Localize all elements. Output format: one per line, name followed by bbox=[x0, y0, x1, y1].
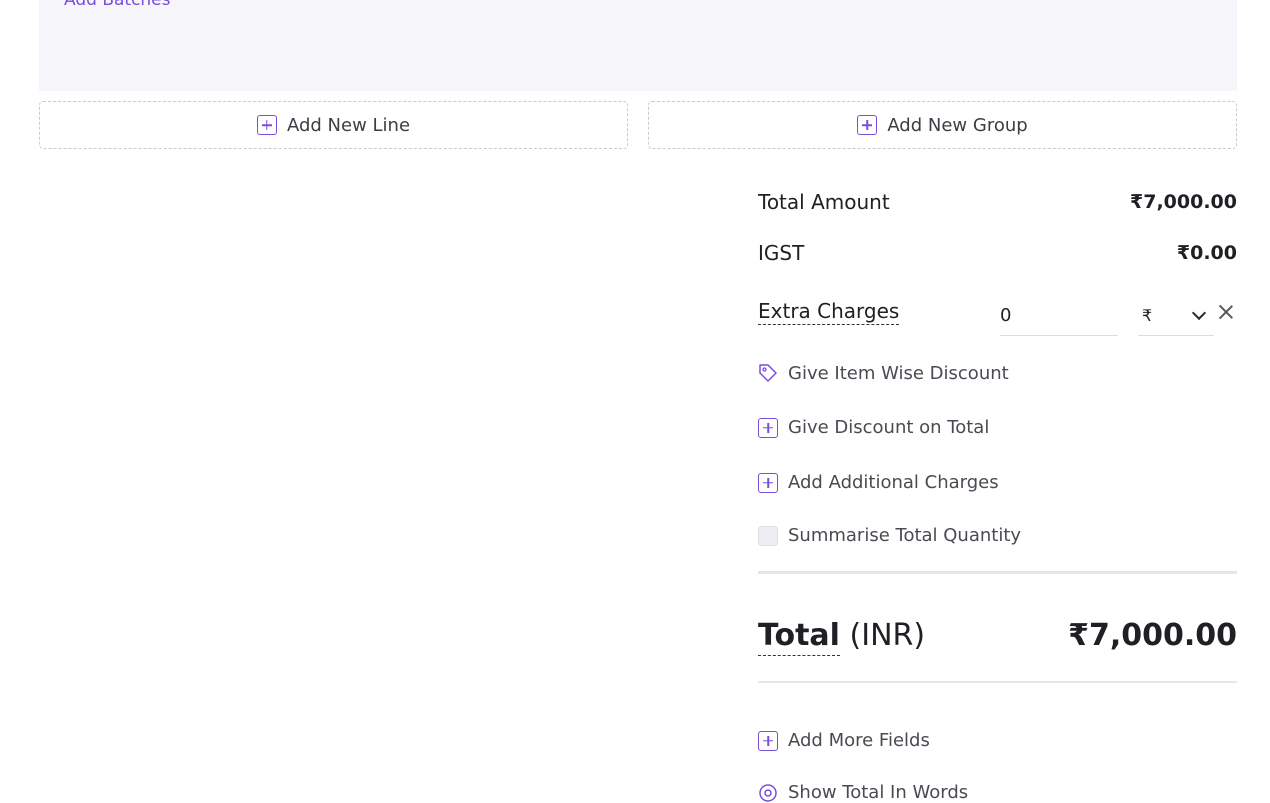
total-amount-value: ₹7,000.00 bbox=[1130, 191, 1237, 213]
divider bbox=[758, 681, 1237, 683]
additional-charges-label: Add Additional Charges bbox=[788, 472, 999, 493]
plus-square-icon bbox=[758, 472, 778, 493]
grand-total-value: ₹7,000.00 bbox=[1068, 618, 1237, 653]
total-currency: (INR) bbox=[849, 618, 926, 653]
currency-symbol: ₹ bbox=[1142, 306, 1153, 325]
batch-panel: Add Batches bbox=[39, 0, 1237, 91]
tag-icon bbox=[759, 364, 777, 382]
item-wise-discount-button[interactable]: Give Item Wise Discount bbox=[758, 362, 1009, 384]
add-more-fields-label: Add More Fields bbox=[788, 730, 930, 751]
extra-charges-label[interactable]: Extra Charges bbox=[758, 299, 900, 325]
grand-total-label: Total (INR) bbox=[758, 618, 926, 656]
extra-charges-currency-select[interactable]: ₹ bbox=[1138, 296, 1214, 336]
plus-square-icon bbox=[758, 417, 778, 438]
extra-charges-input[interactable] bbox=[1000, 296, 1118, 336]
add-new-line-button[interactable]: Add New Line bbox=[39, 101, 628, 149]
discount-on-total-label: Give Discount on Total bbox=[788, 417, 990, 438]
close-icon[interactable] bbox=[1216, 302, 1236, 322]
igst-label: IGST bbox=[758, 241, 805, 265]
divider bbox=[758, 571, 1237, 574]
add-new-line-label: Add New Line bbox=[286, 114, 411, 136]
summarise-quantity-checkbox[interactable]: Summarise Total Quantity bbox=[758, 525, 1021, 546]
igst-value: ₹0.00 bbox=[1176, 242, 1237, 264]
additional-charges-button[interactable]: Add Additional Charges bbox=[758, 472, 999, 493]
item-wise-discount-label: Give Item Wise Discount bbox=[788, 362, 1009, 384]
add-new-group-button[interactable]: Add New Group bbox=[648, 101, 1237, 149]
show-total-in-words-button[interactable]: Show Total In Words bbox=[758, 782, 968, 803]
total-amount-label: Total Amount bbox=[758, 190, 890, 214]
show-total-in-words-label: Show Total In Words bbox=[788, 782, 969, 803]
summarise-quantity-label: Summarise Total Quantity bbox=[788, 525, 1022, 546]
igst-row: IGST ₹0.00 bbox=[758, 241, 1237, 265]
plus-square-icon bbox=[758, 730, 778, 751]
checkbox[interactable] bbox=[758, 525, 778, 546]
add-more-fields-button[interactable]: Add More Fields bbox=[758, 730, 930, 751]
add-new-group-label: Add New Group bbox=[887, 114, 1028, 136]
plus-square-icon bbox=[857, 115, 878, 135]
plus-square-icon bbox=[256, 115, 277, 135]
total-label[interactable]: Total bbox=[758, 618, 840, 656]
chevron-down-icon bbox=[1191, 305, 1207, 321]
total-amount-row: Total Amount ₹7,000.00 bbox=[758, 190, 1237, 214]
discount-on-total-button[interactable]: Give Discount on Total bbox=[758, 417, 989, 438]
add-batches-link[interactable]: Add Batches bbox=[64, 0, 171, 10]
eye-icon bbox=[759, 783, 777, 802]
